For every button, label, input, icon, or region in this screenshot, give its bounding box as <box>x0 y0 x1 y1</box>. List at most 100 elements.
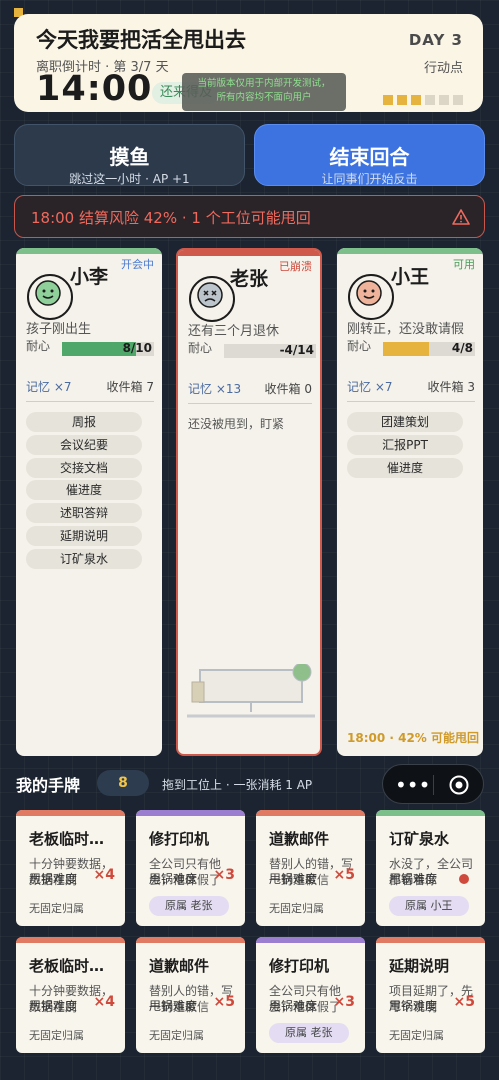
end-turn-sublabel: 让同事们开始反击 <box>321 172 418 186</box>
card-difficulty-label: 甩锅难度 <box>269 872 318 886</box>
card-owner: 无固定归属 <box>149 1029 204 1042</box>
task-chip[interactable]: 催进度 <box>347 457 463 478</box>
dev-notice-line: 当前版本仅用于内部开发测试， <box>197 78 331 89</box>
card-category-bar <box>136 937 245 943</box>
card-category-bar <box>136 810 245 816</box>
patience-bar: -4/14 <box>224 343 316 358</box>
card-difficulty-label: 甩锅难度 <box>389 872 438 886</box>
card-alert-dot <box>459 874 469 884</box>
capsule-divider <box>433 775 434 795</box>
patience-bar: 4/8 <box>383 341 475 356</box>
patience-value: 4/8 <box>451 341 473 355</box>
card-difficulty-label: 甩锅难度 <box>149 999 198 1013</box>
slack-off-label: 摸鱼 <box>109 145 150 169</box>
more-dots-icon[interactable]: ••• <box>395 773 430 797</box>
station-description: 孩子刚出生 <box>26 322 92 337</box>
memory-count: 记忆 ×7 <box>347 380 393 394</box>
task-chip[interactable]: 会议纪要 <box>26 434 142 455</box>
task-chip[interactable]: 延期说明 <box>26 525 142 546</box>
station-divider <box>188 403 312 404</box>
station-name: 老张 <box>229 268 268 290</box>
action-point-filled <box>383 95 393 105</box>
action-point-filled <box>411 95 421 105</box>
station-risk-note: 18:00 · 42% 可能甩回 <box>347 731 480 745</box>
hand-card[interactable]: 延期说明 项目延期了，先写个说明 甩锅难度 ×5 无固定归属 <box>376 937 485 1053</box>
mini-program-capsule: ••• <box>382 764 484 804</box>
card-multiplier: ×5 <box>453 994 475 1010</box>
warning-icon <box>452 209 470 225</box>
card-owner-chip: 原属 小王 <box>389 896 469 916</box>
card-title: 道歉邮件 <box>269 830 330 848</box>
workstation-xiaoli[interactable]: 开会中 小李 孩子刚出生 耐心 8/10 记忆 ×7 收件箱 7 周报 会议纪要… <box>16 248 162 756</box>
card-multiplier: ×4 <box>93 867 115 883</box>
card-owner: 无固定归属 <box>389 1029 444 1042</box>
station-divider <box>26 401 154 402</box>
card-owner: 无固定归属 <box>29 1029 84 1042</box>
workstation-xiaowang[interactable]: 可用 小王 刚转正，还没敢请假 耐心 4/8 记忆 ×7 收件箱 3 团建策划 … <box>337 248 483 756</box>
dev-notice-overlay: 当前版本仅用于内部开发测试， 所有内容均不面向用户 <box>182 73 346 111</box>
card-owner: 无固定归属 <box>269 902 324 915</box>
patience-value: 8/10 <box>122 341 152 355</box>
card-title: 延期说明 <box>389 957 450 975</box>
workstation-laozhang[interactable]: 已崩溃 老张 还有三个月退休 耐心 -4/14 记忆 ×13 收件箱 0 还没被… <box>176 248 322 756</box>
hand-card[interactable]: 修打印机 全公司只有他会，他休假了 甩锅难度 ×3 原属 老张 <box>136 810 245 926</box>
card-owner-chip: 原属 老张 <box>269 1023 349 1043</box>
end-turn-button[interactable]: 结束回合 让同事们开始反击 <box>254 124 485 186</box>
hand-card[interactable]: 修打印机 全公司只有他会，他休假了 甩锅难度 ×3 原属 老张 <box>256 937 365 1053</box>
task-chip[interactable]: 催进度 <box>26 480 142 501</box>
card-multiplier: ×5 <box>213 994 235 1010</box>
card-category-bar <box>376 937 485 943</box>
target-circle-icon[interactable] <box>449 775 469 795</box>
station-description: 刚转正，还没敢请假 <box>347 322 465 337</box>
hand-card[interactable]: 老板临时… 十分钟要数据，数据在别 甩锅难度 ×4 无固定归属 <box>16 937 125 1053</box>
station-divider <box>347 401 475 402</box>
card-difficulty-label: 甩锅难度 <box>389 999 438 1013</box>
task-chip[interactable]: 订矿泉水 <box>26 548 142 569</box>
action-point-filled <box>397 95 407 105</box>
station-status-bar <box>337 248 483 254</box>
patience-label: 耐心 <box>188 341 213 355</box>
hand-hint: 拖到工位上 · 一张消耗 1 AP <box>162 778 313 792</box>
task-chip[interactable]: 汇报PPT <box>347 434 463 455</box>
action-point-empty <box>425 95 435 105</box>
desk-monitor-icon <box>187 664 315 718</box>
hand-card[interactable]: 订矿泉水 水没了，全公司都看着你 甩锅难度 原属 小王 <box>376 810 485 926</box>
station-description: 还有三个月退休 <box>188 324 280 339</box>
card-multiplier: ×3 <box>213 867 235 883</box>
patience-bar: 8/10 <box>62 341 154 356</box>
card-title: 订矿泉水 <box>389 830 450 848</box>
task-list: 周报 会议纪要 交接文档 催进度 述职答辩 延期说明 订矿泉水 <box>26 412 142 572</box>
card-owner-chip: 原属 老张 <box>149 896 229 916</box>
action-point-empty <box>453 95 463 105</box>
task-chip[interactable]: 交接文档 <box>26 457 142 478</box>
card-category-bar <box>16 937 125 943</box>
card-multiplier: ×4 <box>93 994 115 1010</box>
game-title: 今天我要把活全甩出去 <box>36 28 246 52</box>
status-panel: 今天我要把活全甩出去 离职倒计时 · 第 3/7 天 14:00 还来得及 当前… <box>14 14 483 112</box>
task-chip[interactable]: 周报 <box>26 412 142 432</box>
card-category-bar <box>376 810 485 816</box>
action-points-meter <box>383 95 463 105</box>
task-chip[interactable]: 团建策划 <box>347 412 463 432</box>
card-multiplier: ×3 <box>333 994 355 1010</box>
hand-card[interactable]: 道歉邮件 替别人的错，写一封道歉信 甩锅难度 ×5 无固定归属 <box>136 937 245 1053</box>
patience-bar-fill <box>383 342 429 356</box>
card-difficulty-label: 甩锅难度 <box>149 872 198 886</box>
inbox-count: 收件箱 7 <box>106 380 154 394</box>
task-list: 团建策划 汇报PPT 催进度 <box>347 412 463 480</box>
slack-off-button[interactable]: 摸鱼 跳过这一小时 · AP +1 <box>14 124 245 186</box>
card-category-bar <box>16 810 125 816</box>
card-title: 修打印机 <box>269 957 330 975</box>
task-chip[interactable]: 述职答辩 <box>26 503 142 524</box>
patience-label: 耐心 <box>26 339 51 353</box>
hand-card[interactable]: 道歉邮件 替别人的错，写一封道歉信 甩锅难度 ×5 无固定归属 <box>256 810 365 926</box>
patience-value: -4/14 <box>279 343 314 357</box>
station-note: 还没被甩到，盯紧 <box>188 417 285 431</box>
card-title: 老板临时… <box>29 957 105 975</box>
station-name: 小王 <box>390 266 429 288</box>
card-owner: 无固定归属 <box>29 902 84 915</box>
station-status-bar <box>178 250 320 256</box>
memory-count: 记忆 ×13 <box>188 382 242 396</box>
card-multiplier: ×5 <box>333 867 355 883</box>
hand-card[interactable]: 老板临时… 十分钟要数据，数据在别 甩锅难度 ×4 无固定归属 <box>16 810 125 926</box>
